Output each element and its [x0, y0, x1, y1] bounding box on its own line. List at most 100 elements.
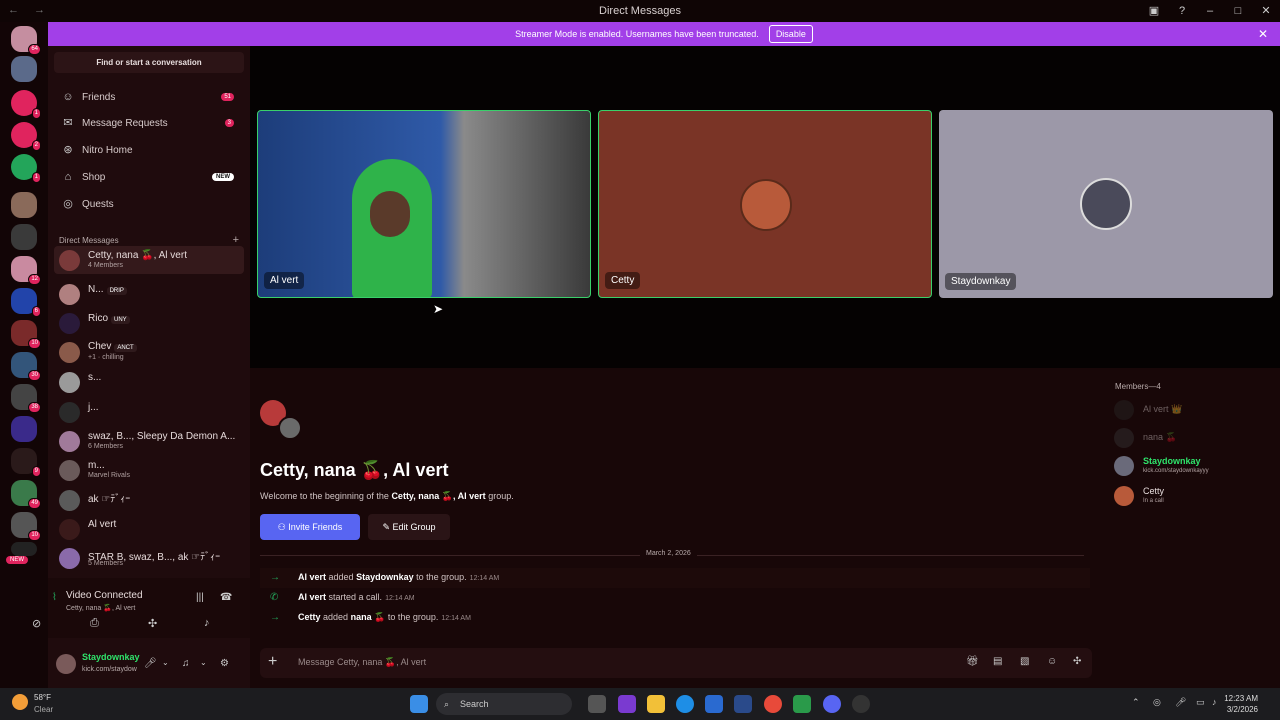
- chrome-icon[interactable]: [764, 695, 782, 713]
- dm-item[interactable]: STAR B, swaz, B..., ak ☞ﾃﾞｨｰ 5 Members: [54, 544, 244, 572]
- dm-item[interactable]: Chev ANCT +1 · chilling: [54, 338, 244, 366]
- video-tile[interactable]: Cetty: [598, 110, 932, 298]
- settings-icon[interactable]: ⚙: [220, 658, 229, 669]
- member-item[interactable]: Al vert 👑: [1114, 398, 1274, 422]
- friends-icon: ☺: [62, 91, 74, 103]
- disable-streamer-button[interactable]: Disable: [768, 25, 813, 43]
- message-input[interactable]: Message Cetty, nana 🍒, Al vert: [298, 657, 426, 668]
- microphone-icon[interactable]: 🎤︎: [144, 658, 157, 669]
- headphones-icon[interactable]: ♫: [182, 658, 190, 669]
- close-window-button[interactable]: ✕: [1252, 0, 1280, 22]
- date-label: March 2, 2026: [640, 550, 697, 557]
- apps-icon[interactable]: ✣: [1073, 656, 1081, 667]
- clock[interactable]: 12:23 AM 3/2/2026: [1224, 693, 1258, 715]
- volume-icon[interactable]: ♪: [1212, 697, 1217, 707]
- chevron-up-icon[interactable]: ⌃: [1132, 697, 1140, 708]
- create-dm-icon[interactable]: +: [233, 234, 239, 246]
- discord-server-icon[interactable]: 2: [11, 122, 41, 151]
- discord-server-icon[interactable]: 1: [11, 90, 41, 119]
- search-conversation-input[interactable]: Find or start a conversation: [54, 52, 244, 73]
- member-item[interactable]: Staydownkay kick.com/staydownkayyy: [1114, 454, 1274, 478]
- close-banner-icon[interactable]: ✕: [1258, 27, 1268, 41]
- dm-item[interactable]: ak ☞ﾃﾞｨｰ: [54, 486, 244, 514]
- nav-message-requests[interactable]: ✉ Message Requests 3: [54, 110, 244, 136]
- soundboard-icon[interactable]: ♪: [204, 617, 210, 629]
- attach-icon[interactable]: +: [268, 653, 277, 671]
- avatar: [59, 431, 80, 452]
- file-explorer-icon[interactable]: [647, 695, 665, 713]
- emoji-icon[interactable]: ☺: [1047, 656, 1057, 667]
- app-icon[interactable]: [852, 695, 870, 713]
- maximize-button[interactable]: □: [1224, 0, 1252, 22]
- store-icon[interactable]: [705, 695, 723, 713]
- server-icon[interactable]: [11, 224, 37, 250]
- camera-off-icon[interactable]: ⊘: [32, 617, 41, 630]
- activities-icon[interactable]: ✣: [148, 617, 157, 630]
- app-icon[interactable]: [793, 695, 811, 713]
- avatar: [59, 250, 80, 271]
- video-tile[interactable]: Al vert: [257, 110, 591, 298]
- member-item[interactable]: Cetty In a call: [1114, 484, 1274, 508]
- server-icon[interactable]: 6: [11, 288, 41, 317]
- taskbar-search[interactable]: ⌕ Search: [436, 693, 572, 715]
- tray-icon[interactable]: ◎: [1153, 697, 1161, 708]
- nav-shop[interactable]: ⌂ Shop NEW: [54, 164, 244, 190]
- dm-item[interactable]: Al vert: [54, 515, 244, 543]
- chevron-down-icon[interactable]: ⌄: [200, 658, 207, 667]
- inbox-icon[interactable]: ▣: [1140, 0, 1168, 22]
- dm-item[interactable]: m... Marvel Rivals: [54, 456, 244, 484]
- screen-share-icon[interactable]: ⎙: [90, 617, 99, 630]
- member-item[interactable]: nana 🍒: [1114, 426, 1274, 450]
- server-icon[interactable]: 38: [11, 384, 41, 413]
- server-icon[interactable]: 49: [11, 480, 41, 509]
- server-icon[interactable]: 30: [11, 352, 41, 381]
- discord-icon[interactable]: [823, 695, 841, 713]
- chevron-down-icon[interactable]: ⌄: [162, 658, 169, 667]
- dm-item[interactable]: N... DRIP: [54, 280, 244, 308]
- help-icon[interactable]: ?: [1168, 0, 1196, 22]
- outlook-icon[interactable]: [734, 695, 752, 713]
- server-icon[interactable]: 64: [11, 26, 41, 55]
- server-icon[interactable]: 12: [11, 256, 41, 285]
- monitor-icon[interactable]: ▭: [1196, 697, 1205, 708]
- message-requests-icon: ✉: [63, 117, 73, 129]
- dm-item[interactable]: swaz, B..., Sleepy Da Demon A... 6 Member…: [54, 427, 244, 455]
- dm-item[interactable]: Cetty, nana 🍒, Al vert 4 Members: [54, 246, 244, 274]
- server-icon[interactable]: 10: [11, 512, 41, 541]
- minimize-button[interactable]: –: [1196, 0, 1224, 22]
- avatar: [59, 548, 80, 569]
- sticker-icon[interactable]: ▧: [1020, 656, 1029, 667]
- gift-icon[interactable]: 🎁︎: [966, 656, 979, 667]
- app-icon[interactable]: [618, 695, 636, 713]
- server-icon[interactable]: 9: [11, 448, 41, 477]
- message-composer[interactable]: + Message Cetty, nana 🍒, Al vert 🎁︎ ▤ ▧ …: [260, 648, 1092, 678]
- server-icon[interactable]: 10: [11, 320, 41, 349]
- invite-friends-button[interactable]: ⚇ Invite Friends: [260, 514, 360, 540]
- weather-icon[interactable]: [12, 694, 28, 710]
- disconnect-icon[interactable]: ☎: [220, 592, 232, 603]
- nav-friends[interactable]: ☺ Friends 51: [54, 84, 244, 110]
- dm-item[interactable]: s...: [54, 368, 244, 396]
- server-icon[interactable]: [11, 542, 37, 556]
- nav-nitro-home[interactable]: ⊛ Nitro Home: [54, 137, 244, 163]
- dm-item[interactable]: Rico UNY: [54, 309, 244, 337]
- server-icon[interactable]: [11, 56, 37, 82]
- server-icon[interactable]: [11, 416, 37, 442]
- video-tile[interactable]: Staydownkay: [939, 110, 1273, 298]
- windows-start-icon[interactable]: [410, 695, 428, 713]
- edge-icon[interactable]: [676, 695, 694, 713]
- microphone-icon[interactable]: 🎤︎: [1175, 697, 1186, 708]
- quests-icon: ◎: [63, 198, 73, 210]
- avatar[interactable]: [56, 654, 76, 674]
- nav-quests[interactable]: ◎ Quests: [54, 191, 244, 217]
- server-icon[interactable]: [11, 192, 37, 218]
- taskbar: 58°F Clear ⌕ Search ⌃ ◎ 🎤︎ ▭ ♪ 12:23 AM 3…: [0, 688, 1280, 720]
- discord-server-icon[interactable]: 1: [11, 154, 41, 183]
- system-message: ✆ Al vert started a call. 12:14 AM: [270, 592, 415, 603]
- edit-group-button[interactable]: ✎ Edit Group: [368, 514, 450, 540]
- dm-item[interactable]: j...: [54, 398, 244, 426]
- noise-suppression-icon[interactable]: |||: [196, 592, 204, 603]
- task-view-icon[interactable]: [588, 695, 606, 713]
- signal-icon[interactable]: ⌇: [52, 592, 57, 603]
- gif-icon[interactable]: ▤: [993, 656, 1002, 667]
